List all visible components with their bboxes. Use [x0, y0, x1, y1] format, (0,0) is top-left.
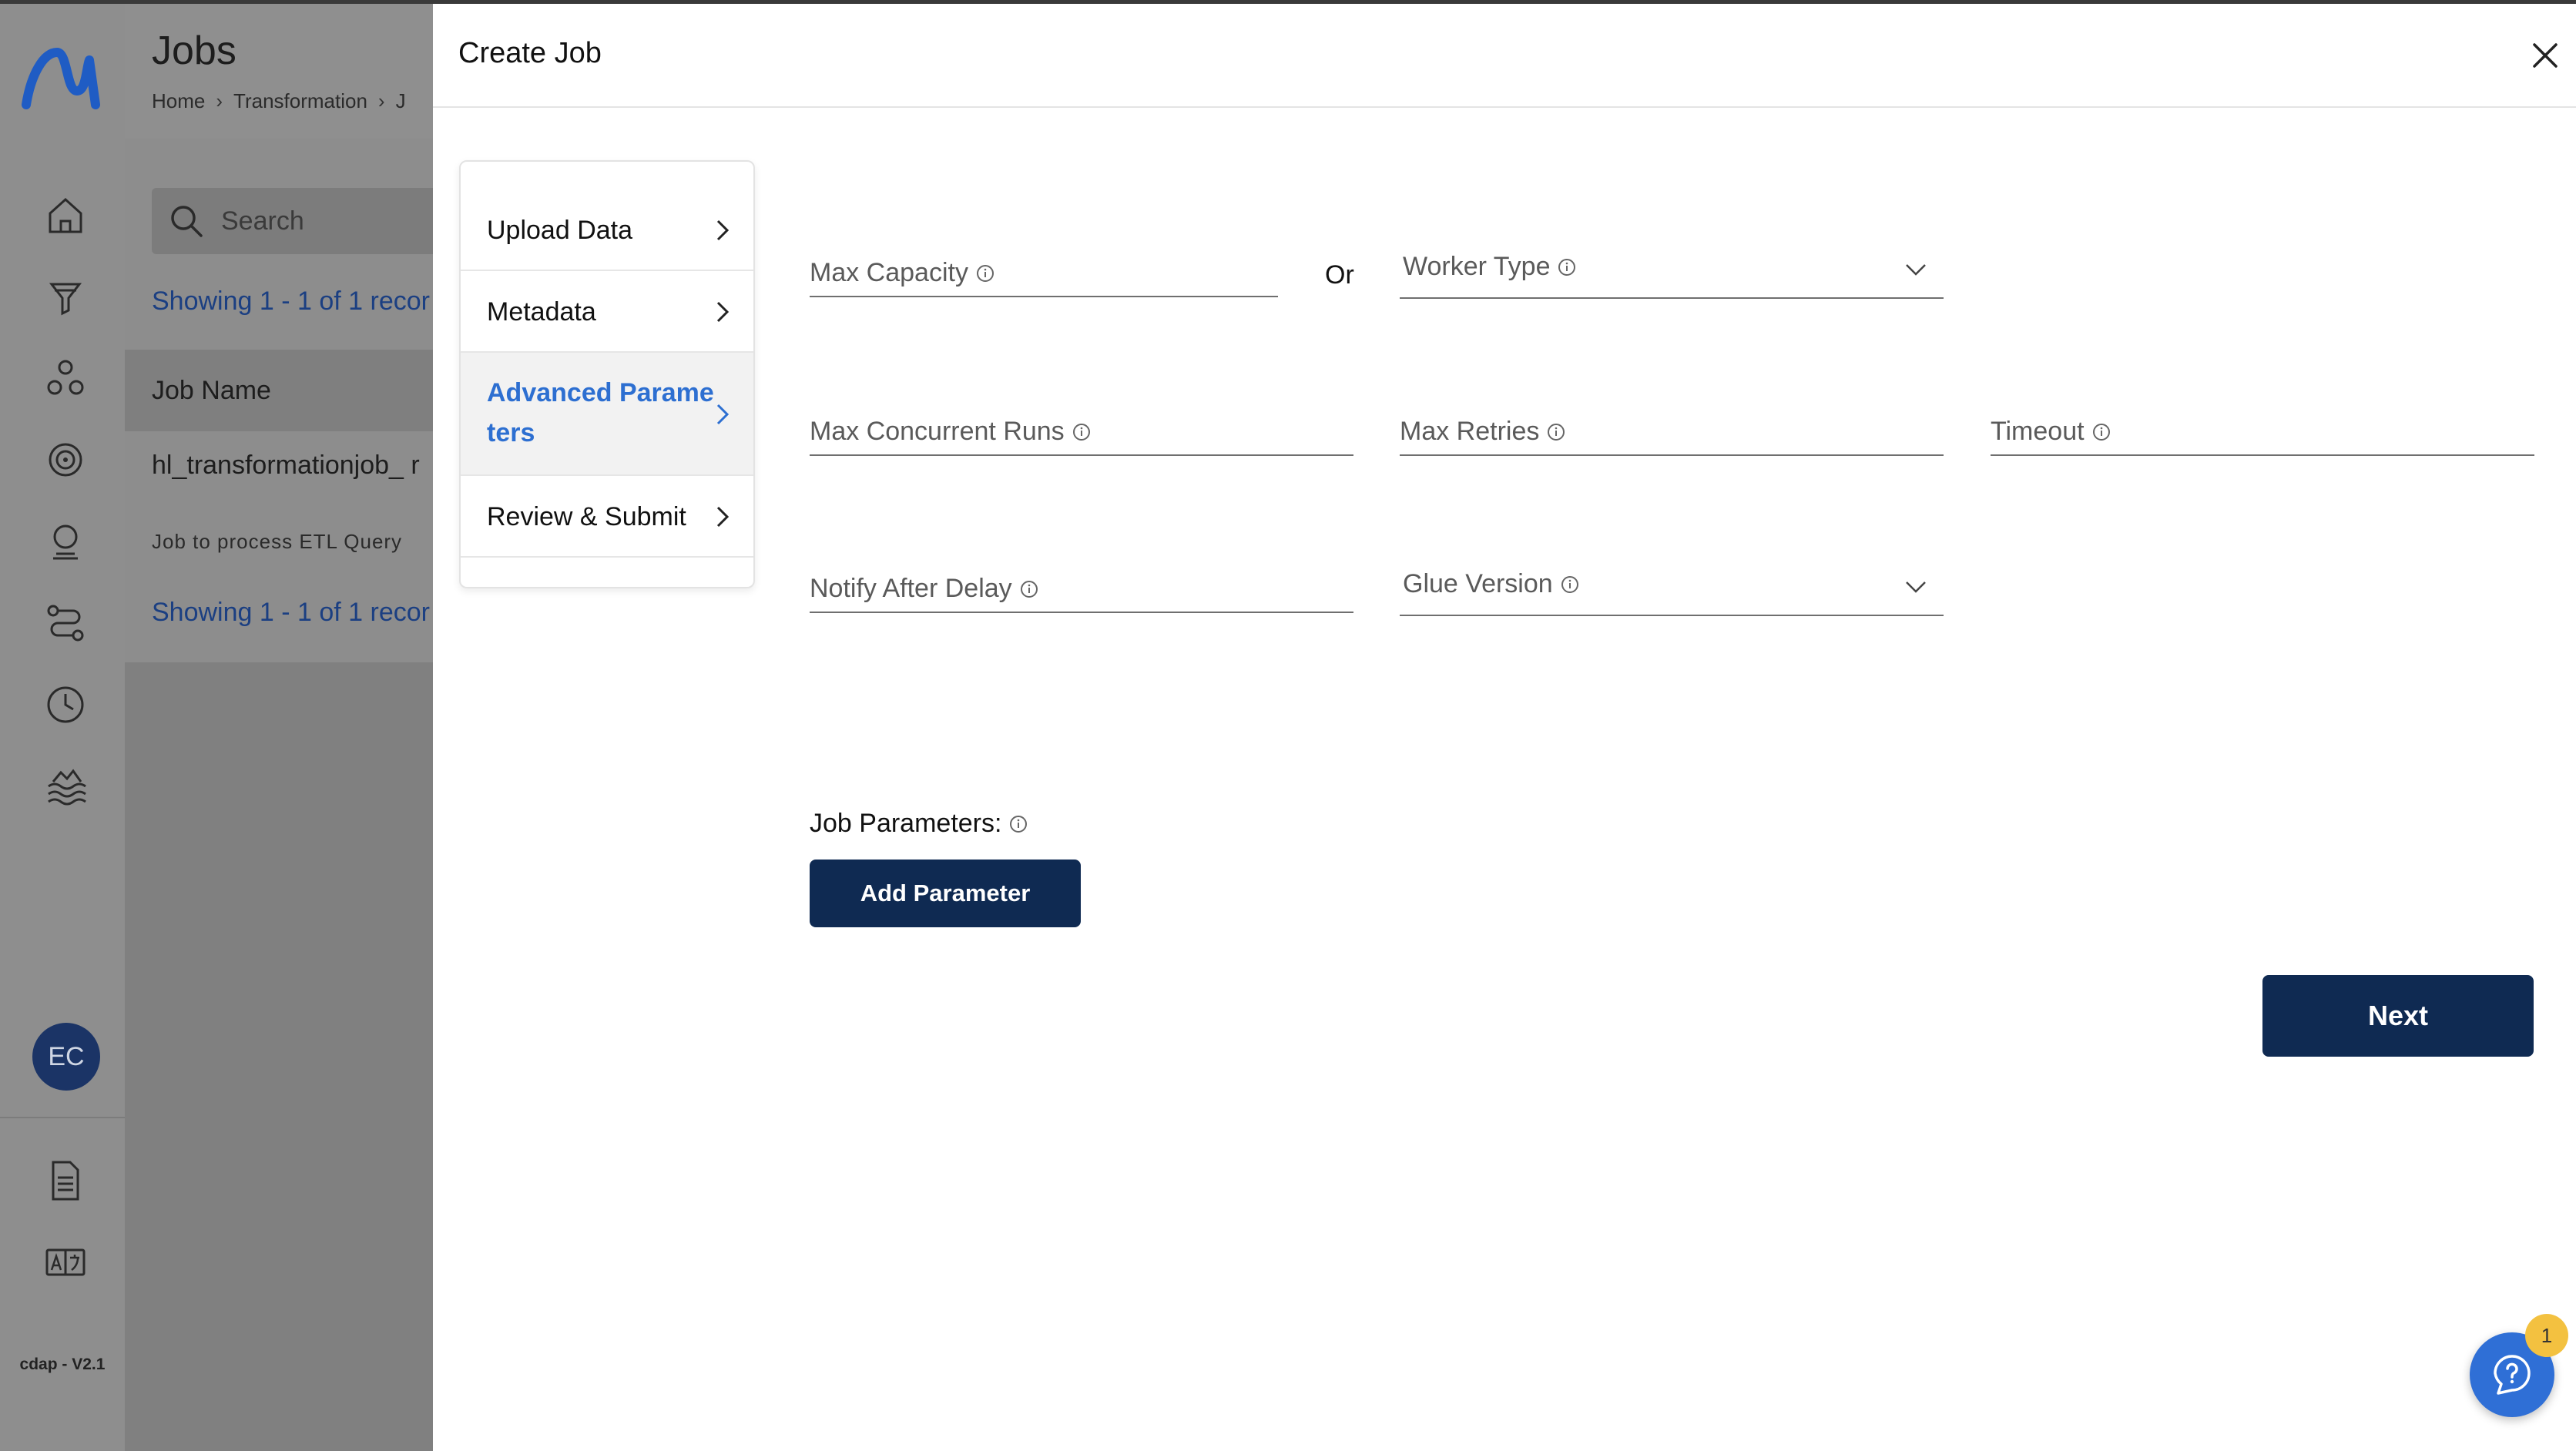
- max-concurrent-runs-label: Max Concurrent Runs: [810, 417, 1065, 446]
- breadcrumb-jobs[interactable]: J: [396, 89, 406, 112]
- timeout-field[interactable]: Timeout: [1991, 397, 2534, 456]
- table-row[interactable]: hl_transformationjob_ r Job to process E…: [125, 431, 433, 570]
- add-parameter-button[interactable]: Add Parameter: [810, 860, 1081, 927]
- max-retries-field[interactable]: Max Retries: [1400, 397, 1944, 456]
- app-version: cdap - V2.1: [19, 1355, 106, 1373]
- app-logo-icon[interactable]: [20, 45, 105, 114]
- chevron-down-icon: [1906, 264, 1926, 276]
- breadcrumb-transformation[interactable]: Transformation: [233, 89, 367, 112]
- breadcrumb-chevron-icon: ›: [216, 89, 223, 112]
- notification-badge: 1: [2525, 1314, 2568, 1357]
- nav-divider: [0, 1117, 125, 1118]
- search-placeholder: Search: [221, 206, 304, 236]
- chevron-right-icon: [716, 301, 730, 323]
- max-concurrent-runs-field[interactable]: Max Concurrent Runs: [810, 397, 1353, 456]
- workflow-icon[interactable]: [40, 598, 91, 648]
- records-count-bottom: Showing 1 - 1 of 1 recor: [152, 598, 430, 627]
- breadcrumb: Home › Transformation › J: [152, 89, 406, 113]
- step-label: Review & Submit: [487, 502, 686, 531]
- step-metadata[interactable]: Metadata: [461, 271, 753, 353]
- drawer-title: Create Job: [458, 37, 602, 69]
- glue-version-label: Glue Version: [1403, 569, 1553, 598]
- info-icon[interactable]: [1547, 423, 1565, 441]
- chevron-right-icon: [716, 404, 730, 425]
- notify-after-delay-field[interactable]: Notify After Delay: [810, 555, 1353, 613]
- column-header-job-name[interactable]: Job Name: [152, 376, 271, 406]
- search-input[interactable]: Search: [152, 188, 433, 254]
- document-icon[interactable]: [40, 1155, 91, 1206]
- info-icon[interactable]: [2092, 423, 2111, 441]
- create-job-drawer: Create Job Upload Data Metadata Advanced…: [433, 0, 2576, 1451]
- glue-version-select[interactable]: Glue Version: [1400, 556, 1944, 616]
- target-icon[interactable]: [40, 434, 91, 485]
- timeout-label: Timeout: [1991, 417, 2085, 446]
- background-jobs-page: Jobs Home › Transformation › J Search Showin…: [125, 0, 433, 1451]
- page-body: [125, 662, 433, 1451]
- step-review-submit[interactable]: Review & Submit: [461, 476, 753, 558]
- chevron-right-icon: [716, 219, 730, 241]
- job-name[interactable]: hl_transformationjob_ r: [152, 445, 429, 485]
- drawer-divider: [433, 106, 2576, 108]
- info-icon[interactable]: [976, 264, 995, 283]
- info-icon[interactable]: [1020, 580, 1038, 598]
- page-title: Jobs: [152, 28, 236, 73]
- notify-after-delay-label: Notify After Delay: [810, 574, 1012, 603]
- chevron-right-icon: [716, 506, 730, 528]
- steps-menu: Upload Data Metadata Advanced Parameters…: [459, 160, 755, 588]
- next-button[interactable]: Next: [2262, 975, 2534, 1057]
- job-parameters-heading: Job Parameters:: [810, 809, 1028, 839]
- info-icon[interactable]: [1072, 423, 1091, 441]
- job-description: Job to process ETL Query: [152, 530, 403, 553]
- step-label: Upload Data: [487, 216, 633, 245]
- search-icon: [171, 206, 203, 237]
- worker-type-label: Worker Type: [1403, 252, 1551, 281]
- max-retries-label: Max Retries: [1400, 417, 1540, 446]
- user-station-icon[interactable]: [40, 516, 91, 567]
- top-border: [0, 0, 2576, 4]
- data-lake-icon[interactable]: [40, 761, 91, 812]
- job-parameters-label: Job Parameters:: [810, 809, 1002, 838]
- chat-help-icon: [2494, 1355, 2531, 1395]
- worker-type-select[interactable]: Worker Type: [1400, 239, 1944, 299]
- step-advanced-parameters[interactable]: Advanced Parameters: [461, 353, 753, 476]
- translate-icon[interactable]: [40, 1237, 91, 1288]
- info-icon[interactable]: [1009, 815, 1028, 833]
- avatar[interactable]: EC: [32, 1023, 100, 1091]
- or-separator: Or: [1325, 260, 1354, 290]
- step-label: Metadata: [487, 297, 596, 327]
- records-count-top: Showing 1 - 1 of 1 recor: [152, 287, 430, 316]
- info-icon[interactable]: [1558, 258, 1576, 276]
- chevron-down-icon: [1906, 581, 1926, 593]
- max-capacity-label: Max Capacity: [810, 258, 968, 287]
- filter-icon[interactable]: [40, 271, 91, 322]
- network-icon[interactable]: [40, 353, 91, 404]
- step-upload-data[interactable]: Upload Data: [461, 189, 753, 271]
- clock-icon[interactable]: [40, 679, 91, 730]
- breadcrumb-chevron-icon: ›: [377, 89, 385, 112]
- step-label: Advanced Parameters: [487, 378, 714, 447]
- info-icon[interactable]: [1561, 575, 1579, 594]
- left-nav: EC cdap - V2.1: [0, 0, 125, 1451]
- close-icon[interactable]: [2528, 39, 2562, 72]
- breadcrumb-home[interactable]: Home: [152, 89, 205, 112]
- table-header: Job Name: [125, 350, 433, 431]
- home-icon[interactable]: [40, 189, 91, 240]
- max-capacity-field[interactable]: Max Capacity: [810, 239, 1278, 297]
